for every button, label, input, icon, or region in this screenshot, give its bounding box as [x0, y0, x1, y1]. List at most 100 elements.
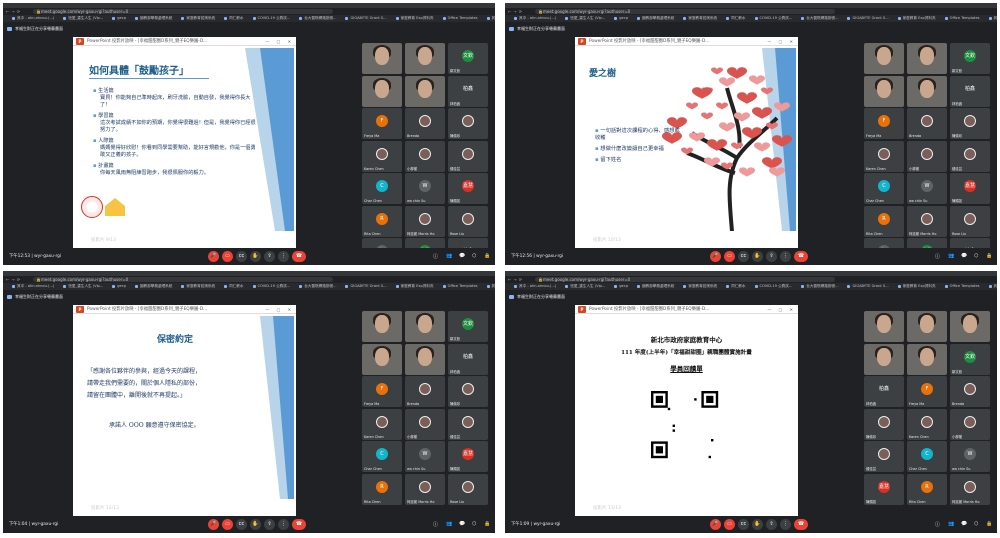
bookmark-item[interactable]: gecp	[112, 15, 126, 22]
participant-tile[interactable]: 陳儀珍	[448, 376, 488, 407]
participant-video-tile[interactable]	[907, 311, 947, 342]
participant-tile[interactable]: C Char Chen	[362, 173, 402, 204]
participant-tile[interactable]: 柏鑫林柏鑫	[950, 75, 990, 107]
chat-icon[interactable]: 💬	[961, 521, 967, 527]
leave-call-button[interactable]: ☎	[794, 519, 808, 530]
bookmark-item[interactable]: Office Templates	[443, 15, 478, 22]
participant-tile[interactable]: Brenda	[950, 376, 990, 407]
chat-icon[interactable]: 💬	[961, 253, 967, 259]
participant-tile[interactable]: R Rita Chen	[864, 205, 904, 237]
participant-tile[interactable]: 小柳樹	[405, 140, 445, 172]
captions-button[interactable]: cc	[738, 519, 749, 530]
participant-tile[interactable]: 嘉慧 陳顏如	[864, 473, 904, 505]
participant-video-tile[interactable]	[362, 311, 402, 342]
bookmark-item[interactable]: 台大醫院網路掛號...	[801, 15, 838, 22]
bookmark-item[interactable]: 家庭教育 Exp資料夾	[396, 283, 434, 290]
leave-call-button[interactable]: ☎	[794, 251, 808, 262]
bookmark-item[interactable]: 家庭教育 Exp資料夾	[396, 15, 434, 22]
bookmark-item[interactable]: 其中 - ahn.ahnou.(...)	[12, 283, 54, 290]
people-icon[interactable]: 👥	[446, 253, 452, 259]
participant-tile[interactable]: 柯廷妮 Morris Ho	[907, 205, 947, 237]
participant-tile[interactable]: 文欽鄒文欽	[950, 43, 990, 74]
participant-tile[interactable]: 鍾佳芸	[448, 140, 488, 172]
bookmark-item[interactable]: 家庭教育諮詢系統	[181, 15, 215, 22]
activities-icon[interactable]: ⬡	[974, 253, 978, 259]
participant-tile[interactable]: F Freya Ma	[907, 376, 947, 407]
participant-tile[interactable]: Brenda	[405, 376, 445, 407]
url-field[interactable]: 🔒 meet.google.com/wyr-gaxu-rgi?authuser=0	[535, 277, 835, 282]
participant-tile[interactable]: 柏鑫林柏鑫	[448, 75, 488, 107]
participant-tile[interactable]: 小柳樹	[405, 408, 445, 440]
bookmark-item[interactable]: 台大醫院網路掛號...	[801, 283, 838, 290]
participant-tile[interactable]: R Rita Chen	[362, 473, 402, 505]
bookmark-item[interactable]: 其中 - ahn.ahnou.(...)	[514, 15, 556, 22]
mic-off-button[interactable]: 🎤	[710, 519, 721, 530]
participant-tile[interactable]: Wwa chin Su	[950, 441, 990, 472]
participant-tile[interactable]: C Char Chen	[362, 441, 402, 472]
participant-tile[interactable]: Rose Liu	[950, 205, 990, 237]
participant-tile[interactable]: 陳儀珍	[950, 108, 990, 139]
more-options-button[interactable]: ⋮	[278, 251, 289, 262]
window-controls[interactable]: — ▢ ✕	[767, 305, 796, 313]
lock-controls-icon[interactable]: 🔒	[986, 253, 992, 259]
activities-icon[interactable]: ⬡	[472, 521, 476, 527]
mic-off-button[interactable]: 🎤	[208, 251, 219, 262]
participant-tile[interactable]: 小柳樹	[950, 408, 990, 440]
bookmark-item[interactable]: Office Templates	[945, 15, 980, 22]
bookmark-item[interactable]: 同仁薪水	[224, 15, 243, 22]
participant-tile[interactable]: 鍾佳芸	[448, 408, 488, 440]
bookmark-item[interactable]: COVID-19 公費試...	[755, 15, 793, 22]
activities-icon[interactable]: ⬡	[472, 253, 476, 259]
mic-off-button[interactable]: 🎤	[710, 251, 721, 262]
participant-tile[interactable]: 嘉慧 陳顏如	[950, 173, 990, 204]
camera-off-button[interactable]: ▭	[222, 251, 233, 262]
participant-tile[interactable]: 柯廷妮 Morris Ho	[405, 473, 445, 505]
bookmark-item[interactable]: GIGABYTE Grant S...	[345, 283, 386, 290]
bookmark-item[interactable]: 台大醫院網路掛號...	[299, 15, 336, 22]
window-controls[interactable]: — ▢ ✕	[767, 37, 796, 45]
participant-video-tile[interactable]	[405, 75, 445, 107]
leave-call-button[interactable]: ☎	[292, 519, 306, 530]
bookmark-item[interactable]: 國教部學務處理系統	[637, 283, 674, 290]
bookmark-item[interactable]: 恆愛_重生人生 (Vip...	[565, 15, 605, 22]
participant-video-tile[interactable]	[405, 343, 445, 375]
bookmark-item[interactable]: 同仁薪水	[224, 283, 243, 290]
camera-off-button[interactable]: ▭	[222, 519, 233, 530]
participant-video-tile[interactable]	[362, 43, 402, 74]
participant-tile[interactable]: 文欽鄒文欽	[448, 311, 488, 342]
captions-button[interactable]: cc	[236, 519, 247, 530]
bookmark-item[interactable]: gecp	[614, 283, 628, 290]
participant-tile[interactable]: Wwa chin Su	[405, 173, 445, 204]
participant-tile[interactable]: Karen Chen	[907, 408, 947, 440]
nav-buttons[interactable]: ←→⟳	[508, 9, 524, 14]
bookmark-item[interactable]: 其他書籤	[487, 283, 495, 290]
people-icon[interactable]: 👥	[948, 521, 954, 527]
bookmark-item[interactable]: GIGABYTE Grant S...	[345, 15, 386, 22]
captions-button[interactable]: cc	[236, 251, 247, 262]
bookmark-item[interactable]: 恆愛_重生人生 (Vip...	[565, 283, 605, 290]
camera-off-button[interactable]: ▭	[724, 251, 735, 262]
lock-controls-icon[interactable]: 🔒	[484, 253, 490, 259]
participant-video-tile[interactable]	[864, 343, 904, 375]
participant-tile[interactable]: 陳儀珍	[864, 408, 904, 440]
activities-icon[interactable]: ⬡	[974, 521, 978, 527]
participant-tile[interactable]: Karen Chen	[362, 140, 402, 172]
participant-tile[interactable]: 柏鑫林柏鑫	[864, 376, 904, 407]
url-field[interactable]: 🔒 meet.google.com/wyr-gaxu-rgi?authuser=0	[33, 277, 333, 282]
bookmark-item[interactable]: gecp	[614, 15, 628, 22]
bookmark-item[interactable]: Office Templates	[443, 283, 478, 290]
participant-tile[interactable]: Brenda	[405, 108, 445, 139]
bookmark-item[interactable]: 家庭教育 Exp資料夾	[898, 283, 936, 290]
bookmark-item[interactable]: COVID-19 公費試...	[253, 15, 291, 22]
participant-tile[interactable]: R Rita Chen	[362, 205, 402, 237]
bookmark-item[interactable]: 其中 - ahn.ahnou.(...)	[12, 15, 54, 22]
participant-tile[interactable]: Wwa chin Su	[405, 441, 445, 472]
participant-tile[interactable]: 陳儀珍	[448, 108, 488, 139]
lock-controls-icon[interactable]: 🔒	[484, 521, 490, 527]
bookmark-item[interactable]: 其中 - ahn.ahnou.(...)	[514, 283, 556, 290]
nav-buttons[interactable]: ←→⟳	[508, 277, 524, 282]
window-controls[interactable]: — ▢ ✕	[265, 305, 294, 313]
participant-video-tile[interactable]	[907, 343, 947, 375]
bookmark-item[interactable]: 家庭教育諮詢系統	[683, 283, 717, 290]
bookmark-item[interactable]: 恆愛_重生人生 (Vip...	[63, 15, 103, 22]
